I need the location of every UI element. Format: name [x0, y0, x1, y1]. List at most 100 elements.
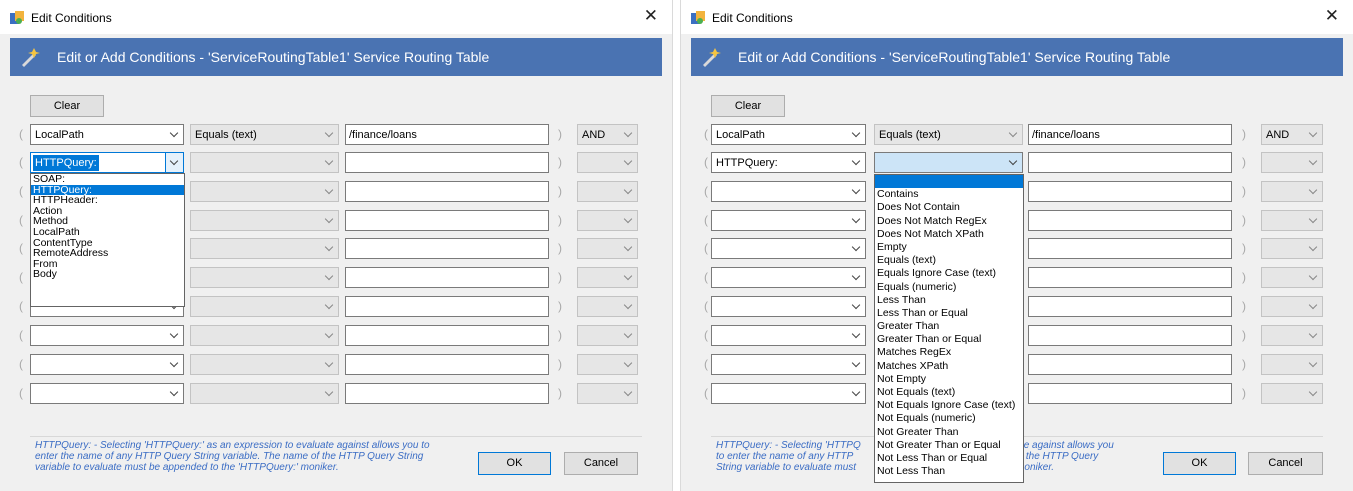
operator-select[interactable]	[190, 181, 339, 202]
close-paren[interactable]: )	[1242, 184, 1246, 198]
operator-select[interactable]	[874, 152, 1023, 173]
ok-button[interactable]: OK	[1163, 452, 1236, 475]
field-select[interactable]	[711, 383, 866, 404]
logic-select[interactable]	[1261, 354, 1323, 375]
close-paren[interactable]: )	[1242, 386, 1246, 400]
open-paren[interactable]: (	[19, 357, 23, 371]
open-paren[interactable]: (	[19, 213, 23, 227]
logic-select[interactable]	[1261, 152, 1323, 173]
logic-select[interactable]	[577, 181, 638, 202]
value-input[interactable]	[1028, 238, 1232, 259]
close-paren[interactable]: )	[1242, 241, 1246, 255]
field-select[interactable]	[30, 354, 184, 375]
open-paren[interactable]: (	[704, 155, 708, 169]
field-select[interactable]	[711, 210, 866, 231]
operator-select[interactable]	[190, 210, 339, 231]
close-icon[interactable]: ✕	[1325, 6, 1339, 26]
dropdown-option[interactable]: Equals (numeric)	[875, 281, 1023, 294]
close-icon[interactable]: ✕	[644, 6, 658, 26]
operator-select[interactable]	[190, 325, 339, 346]
dropdown-option[interactable]: Body	[31, 269, 184, 280]
logic-select[interactable]: AND	[1261, 124, 1323, 145]
value-input[interactable]	[1028, 325, 1232, 346]
value-input[interactable]	[345, 181, 549, 202]
field-select[interactable]: HTTPQuery:	[30, 152, 184, 173]
value-input[interactable]	[1028, 152, 1232, 173]
open-paren[interactable]: (	[19, 299, 23, 313]
open-paren[interactable]: (	[19, 155, 23, 169]
open-paren[interactable]: (	[19, 241, 23, 255]
close-paren[interactable]: )	[558, 184, 562, 198]
close-paren[interactable]: )	[558, 299, 562, 313]
logic-select[interactable]	[1261, 296, 1323, 317]
clear-button[interactable]: Clear	[30, 95, 104, 117]
dropdown-option[interactable]: Contains	[875, 188, 1023, 201]
open-paren[interactable]: (	[704, 357, 708, 371]
logic-select[interactable]	[1261, 210, 1323, 231]
value-input[interactable]	[345, 383, 549, 404]
close-paren[interactable]: )	[558, 127, 562, 141]
value-input[interactable]	[1028, 383, 1232, 404]
value-input[interactable]	[345, 296, 549, 317]
dropdown-option[interactable]: Not Greater Than or Equal	[875, 439, 1023, 452]
dropdown-option[interactable]	[875, 175, 1023, 189]
value-input[interactable]	[345, 152, 549, 173]
field-select[interactable]: LocalPath	[711, 124, 866, 145]
dropdown-option[interactable]: Not Less Than or Equal	[875, 452, 1023, 465]
value-input[interactable]	[1028, 181, 1232, 202]
field-select[interactable]	[711, 267, 866, 288]
cancel-button[interactable]: Cancel	[1248, 452, 1323, 475]
operator-select[interactable]	[190, 152, 339, 173]
field-select[interactable]	[711, 238, 866, 259]
dropdown-option[interactable]: Greater Than	[875, 320, 1023, 333]
dropdown-option[interactable]: Empty	[875, 241, 1023, 254]
operator-select[interactable]	[190, 267, 339, 288]
logic-select[interactable]	[577, 354, 638, 375]
field-select[interactable]: LocalPath	[30, 124, 184, 145]
value-input[interactable]	[345, 325, 549, 346]
value-input[interactable]: /finance/loans	[345, 124, 549, 145]
close-paren[interactable]: )	[558, 270, 562, 284]
open-paren[interactable]: (	[19, 328, 23, 342]
logic-select[interactable]	[577, 238, 638, 259]
dropdown-option[interactable]: Less Than	[875, 294, 1023, 307]
operator-select[interactable]: Equals (text)	[874, 124, 1023, 145]
dropdown-option[interactable]: Does Not Match RegEx	[875, 215, 1023, 228]
dropdown-option[interactable]: Not Equals (numeric)	[875, 412, 1023, 425]
field-select[interactable]	[711, 325, 866, 346]
dropdown-option[interactable]: Not Equals Ignore Case (text)	[875, 399, 1023, 412]
operator-select[interactable]	[190, 238, 339, 259]
open-paren[interactable]: (	[704, 299, 708, 313]
operator-select[interactable]	[190, 383, 339, 404]
logic-select[interactable]	[577, 210, 638, 231]
logic-select[interactable]	[577, 383, 638, 404]
open-paren[interactable]: (	[704, 328, 708, 342]
dropdown-option[interactable]: Does Not Match XPath	[875, 228, 1023, 241]
logic-select[interactable]	[577, 152, 638, 173]
value-input[interactable]	[1028, 267, 1232, 288]
value-input[interactable]	[345, 238, 549, 259]
close-paren[interactable]: )	[1242, 270, 1246, 284]
dropdown-option[interactable]: SOAP:	[31, 174, 184, 185]
open-paren[interactable]: (	[704, 241, 708, 255]
value-input[interactable]	[345, 267, 549, 288]
close-paren[interactable]: )	[1242, 328, 1246, 342]
field-select[interactable]	[30, 325, 184, 346]
cancel-button[interactable]: Cancel	[564, 452, 638, 475]
close-paren[interactable]: )	[1242, 357, 1246, 371]
value-input[interactable]	[1028, 354, 1232, 375]
operator-select[interactable]	[190, 296, 339, 317]
close-paren[interactable]: )	[1242, 213, 1246, 227]
logic-select[interactable]	[577, 267, 638, 288]
value-input[interactable]: /finance/loans	[1028, 124, 1232, 145]
field-select[interactable]	[711, 181, 866, 202]
close-paren[interactable]: )	[1242, 299, 1246, 313]
field-select[interactable]: HTTPQuery:	[711, 152, 866, 173]
logic-select[interactable]	[1261, 267, 1323, 288]
logic-select[interactable]	[1261, 383, 1323, 404]
value-input[interactable]	[1028, 296, 1232, 317]
close-paren[interactable]: )	[1242, 155, 1246, 169]
open-paren[interactable]: (	[704, 184, 708, 198]
operator-select[interactable]	[190, 354, 339, 375]
open-paren[interactable]: (	[19, 270, 23, 284]
